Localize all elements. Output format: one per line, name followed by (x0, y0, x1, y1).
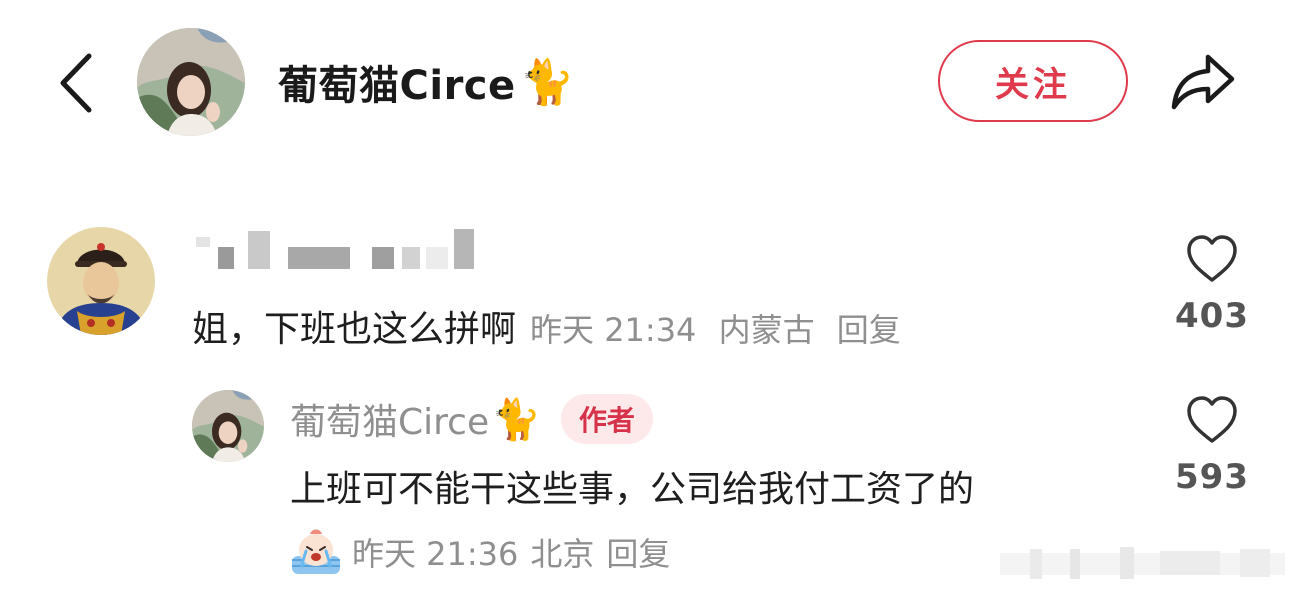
like-count: 593 (1175, 457, 1249, 497)
comment-meta: 昨天 21:34 内蒙古 回复 (530, 305, 901, 351)
title-text: 葡萄猫Circe (278, 63, 516, 109)
commenter-name-blurred (196, 229, 474, 269)
reply-author-avatar[interactable] (192, 390, 264, 462)
page-title: 葡萄猫Circe 🐈 (278, 52, 575, 112)
watermark-blur (1000, 547, 1285, 579)
commenter-avatar[interactable] (47, 227, 155, 335)
comment-location: 内蒙古 (718, 311, 815, 349)
share-button[interactable] (1165, 46, 1241, 116)
reply-author-name[interactable]: 葡萄猫Circe (290, 393, 489, 445)
comment-content: 姐，下班也这么拼啊 (192, 309, 517, 350)
reply-button[interactable]: 回复 (606, 529, 670, 575)
reply-meta: 昨天 21:36 北京 回复 (288, 524, 670, 580)
reply-time: 昨天 21:36 (352, 535, 519, 573)
cat-emoji-icon: 🐈 (519, 57, 575, 108)
like-count: 403 (1175, 296, 1249, 336)
reply-button[interactable]: 回复 (837, 311, 901, 349)
author-avatar[interactable] (137, 28, 245, 136)
reply-content: 上班可不能干这些事，公司给我付工资了的 (290, 469, 975, 510)
heart-outline-icon[interactable] (1185, 395, 1239, 445)
comment-page: 葡萄猫Circe 🐈 关注 姐，下班也这么拼啊 昨天 21:34 内蒙古 回复 … (0, 0, 1290, 593)
heart-outline-icon[interactable] (1185, 234, 1239, 284)
like-group: 403 (1162, 234, 1262, 336)
comment-body: 姐，下班也这么拼啊 昨天 21:34 内蒙古 回复 (192, 300, 901, 351)
share-arrow-icon (1171, 54, 1235, 110)
crying-sticker-icon (292, 529, 340, 574)
comment-time: 昨天 21:34 (530, 311, 697, 349)
reply-author-row: 葡萄猫Circe 🐈 作者 (290, 394, 653, 444)
reply-location: 北京 (530, 535, 595, 573)
back-button[interactable] (50, 48, 100, 118)
cat-emoji-icon: 🐈 (491, 396, 541, 443)
follow-button[interactable]: 关注 (938, 40, 1128, 122)
chevron-left-icon (60, 53, 92, 113)
like-group: 593 (1162, 395, 1262, 497)
author-badge: 作者 (560, 394, 653, 444)
